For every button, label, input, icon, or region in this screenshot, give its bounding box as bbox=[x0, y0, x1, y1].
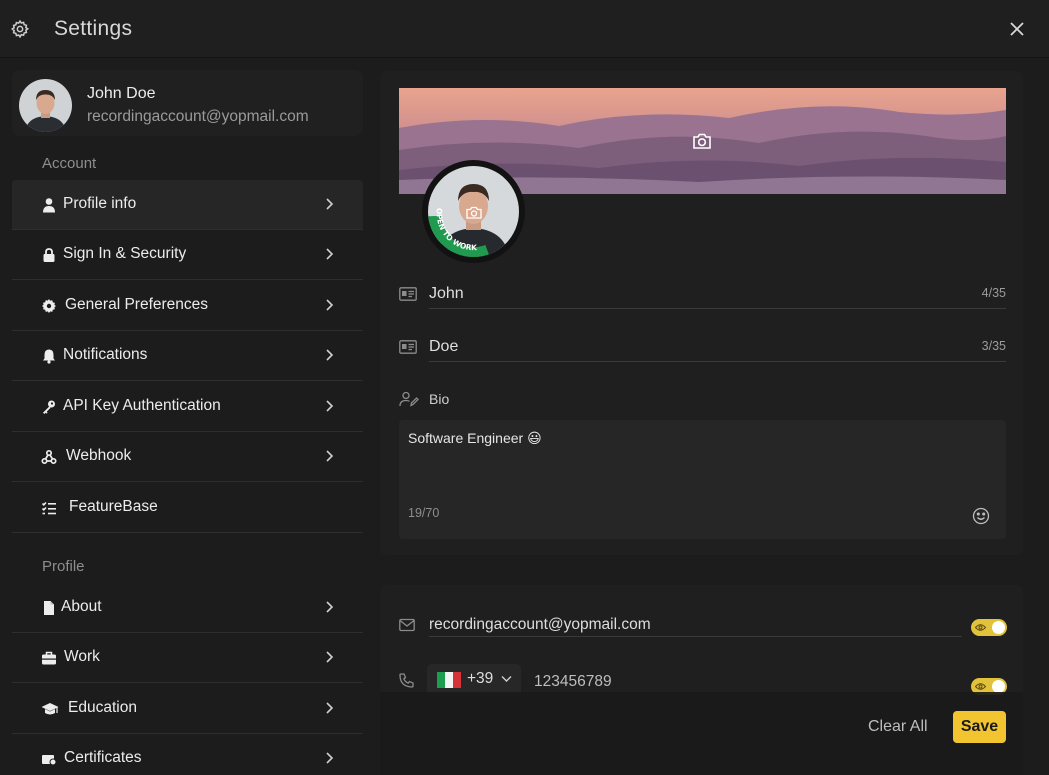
chevron-right-icon bbox=[326, 651, 334, 663]
chevron-right-icon bbox=[326, 400, 334, 412]
chevron-right-icon bbox=[326, 299, 334, 311]
settings-header: Settings bbox=[0, 0, 1049, 58]
sidebar-item-general-preferences[interactable]: General Preferences bbox=[12, 281, 363, 331]
sidebar-item-featurebase[interactable]: FeatureBase bbox=[12, 483, 363, 533]
sidebar-item-label: Education bbox=[68, 699, 137, 716]
sidebar-item-label: About bbox=[61, 598, 102, 615]
phone-number-value[interactable]: 123456789 bbox=[534, 673, 612, 691]
bio-label-row: Bio bbox=[399, 389, 599, 411]
chevron-right-icon bbox=[326, 248, 334, 260]
sidebar-item-work[interactable]: Work bbox=[12, 633, 363, 683]
sidebar-item-label: FeatureBase bbox=[69, 498, 158, 515]
user-edit-icon bbox=[399, 391, 419, 407]
sidebar-item-webhook[interactable]: Webhook bbox=[12, 432, 363, 482]
page-title: Settings bbox=[54, 17, 133, 40]
section-label-account: Account bbox=[42, 155, 97, 172]
checklist-icon bbox=[41, 501, 56, 515]
first-name-value[interactable]: John bbox=[429, 285, 464, 303]
user-email: recordingaccount@yopmail.com bbox=[87, 108, 309, 125]
camera-icon[interactable] bbox=[466, 206, 482, 219]
chevron-right-icon bbox=[326, 198, 334, 210]
country-code: +39 bbox=[467, 670, 494, 687]
sidebar-item-label: Profile info bbox=[63, 195, 137, 212]
chevron-right-icon bbox=[326, 702, 334, 714]
emoji-icon[interactable] bbox=[972, 507, 990, 525]
user-name: John Doe bbox=[87, 85, 156, 102]
lock-icon bbox=[43, 248, 55, 262]
chevron-down-icon bbox=[501, 676, 512, 682]
camera-icon[interactable] bbox=[692, 132, 712, 150]
key-icon bbox=[43, 400, 55, 414]
clear-all-button[interactable]: Clear All bbox=[860, 711, 936, 743]
bio-text[interactable]: Software Engineer 😃 bbox=[408, 430, 542, 447]
section-label-profile: Profile bbox=[42, 558, 85, 575]
file-icon bbox=[44, 601, 54, 615]
sidebar: John Doe recordingaccount@yopmail.com Ac… bbox=[0, 58, 376, 775]
last-name-count: 3/35 bbox=[981, 339, 1006, 353]
sidebar-item-certificates[interactable]: Certificates bbox=[12, 734, 363, 775]
first-name-count: 4/35 bbox=[981, 286, 1006, 300]
contact-email-value[interactable]: recordingaccount@yopmail.com bbox=[429, 616, 651, 634]
sidebar-item-about[interactable]: About bbox=[12, 583, 363, 633]
briefcase-icon bbox=[42, 651, 56, 665]
user-card[interactable]: John Doe recordingaccount@yopmail.com bbox=[12, 70, 363, 136]
sidebar-item-label: Webhook bbox=[66, 447, 132, 464]
sidebar-item-label: Certificates bbox=[64, 749, 142, 766]
eye-icon bbox=[975, 624, 986, 631]
bio-label: Bio bbox=[429, 391, 450, 407]
contact-email-field[interactable]: recordingaccount@yopmail.com bbox=[399, 614, 1007, 646]
chevron-right-icon bbox=[326, 601, 334, 613]
close-icon[interactable] bbox=[1008, 20, 1026, 38]
sidebar-item-api-key-authentication[interactable]: API Key Authentication bbox=[12, 382, 363, 432]
mail-icon bbox=[399, 618, 415, 632]
bio-count: 19/70 bbox=[408, 506, 440, 520]
profile-card: OPEN TO WORK John 4/35 Doe 3/35 Bio Soft… bbox=[380, 71, 1023, 555]
sidebar-item-label: API Key Authentication bbox=[63, 397, 221, 414]
sidebar-item-label: General Preferences bbox=[65, 296, 209, 313]
bio-textarea[interactable]: Software Engineer 😃 19/70 bbox=[399, 420, 1006, 539]
sidebar-item-label: Sign In & Security bbox=[63, 245, 187, 262]
phone-icon bbox=[399, 673, 414, 688]
eye-icon bbox=[975, 683, 986, 690]
last-name-value[interactable]: Doe bbox=[429, 338, 458, 356]
sidebar-item-label: Work bbox=[64, 648, 100, 665]
italy-flag-icon bbox=[437, 672, 461, 688]
sidebar-item-profile-info[interactable]: Profile info bbox=[12, 180, 363, 230]
chevron-right-icon bbox=[326, 752, 334, 764]
user-icon bbox=[43, 198, 55, 213]
email-visibility-toggle[interactable] bbox=[971, 619, 1007, 636]
chevron-right-icon bbox=[326, 450, 334, 462]
certificate-icon bbox=[42, 755, 57, 766]
avatar bbox=[19, 79, 72, 132]
chevron-right-icon bbox=[326, 349, 334, 361]
sidebar-item-label: Notifications bbox=[63, 346, 148, 363]
action-footer: Clear All Save bbox=[380, 692, 1023, 775]
last-name-field[interactable]: Doe 3/35 bbox=[399, 331, 1006, 365]
sidebar-item-education[interactable]: Education bbox=[12, 684, 363, 734]
webhook-icon bbox=[41, 449, 57, 465]
id-card-icon bbox=[399, 287, 417, 301]
profile-picture[interactable]: OPEN TO WORK bbox=[422, 160, 525, 263]
sidebar-item-sign-in-security[interactable]: Sign In & Security bbox=[12, 230, 363, 280]
gear-icon bbox=[10, 19, 30, 39]
first-name-field[interactable]: John 4/35 bbox=[399, 278, 1006, 312]
save-button[interactable]: Save bbox=[953, 711, 1006, 743]
bell-icon bbox=[43, 349, 55, 364]
graduation-cap-icon bbox=[41, 703, 59, 715]
sidebar-item-notifications[interactable]: Notifications bbox=[12, 331, 363, 381]
cog-icon bbox=[42, 299, 56, 313]
id-card-icon bbox=[399, 340, 417, 354]
